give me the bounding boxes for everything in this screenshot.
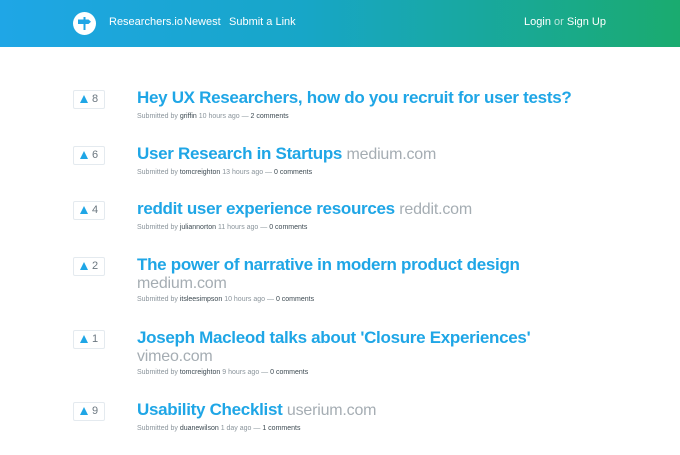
post-body: The power of narrative in modern product… xyxy=(137,255,597,305)
signpost-logo-icon[interactable] xyxy=(73,12,96,35)
upvote-arrow-icon xyxy=(80,407,88,415)
post-time: 9 hours ago — xyxy=(222,369,269,376)
comments-link[interactable]: 1 comments xyxy=(262,425,300,432)
post-title-link[interactable]: The power of narrative in modern product… xyxy=(137,255,597,275)
author-link[interactable]: tomcreighton xyxy=(180,169,220,176)
vote-count: 1 xyxy=(92,333,99,345)
post-meta: Submitted by tomcreighton 9 hours ago — … xyxy=(137,368,597,378)
upvote-button[interactable]: 2 xyxy=(73,257,105,276)
post-domain: medium.com xyxy=(137,275,227,292)
signup-link[interactable]: Sign Up xyxy=(567,16,606,28)
login-link[interactable]: Login xyxy=(524,16,551,28)
post-body: Usability Checklist userium.com Submitte… xyxy=(137,400,597,434)
vote-count: 8 xyxy=(92,93,99,105)
vote-count: 6 xyxy=(92,149,99,161)
upvote-button[interactable]: 1 xyxy=(73,330,105,349)
post-meta: Submitted by griffin 10 hours ago — 2 co… xyxy=(137,112,597,122)
post-body: Joseph Macleod talks about 'Closure Expe… xyxy=(137,328,597,378)
newest-link[interactable]: Newest xyxy=(184,16,221,28)
auth-links: Login or Sign Up xyxy=(524,16,606,28)
post-title-link[interactable]: User Research in Startups xyxy=(137,144,342,163)
post-time: 11 hours ago — xyxy=(217,224,268,231)
submitted-label: Submitted by xyxy=(137,169,178,176)
post-time: 10 hours ago — xyxy=(224,296,274,303)
post-domain: medium.com xyxy=(346,146,437,163)
vote-count: 2 xyxy=(92,260,99,272)
post-body: User Research in Startups medium.com Sub… xyxy=(137,144,597,178)
comments-link[interactable]: 2 comments xyxy=(251,113,289,120)
comments-link[interactable]: 0 comments xyxy=(274,169,312,176)
post-body: Hey UX Researchers, how do you recruit f… xyxy=(137,88,597,122)
comments-link[interactable]: 0 comments xyxy=(276,296,314,303)
post-domain: userium.com xyxy=(286,402,377,419)
post-title-link[interactable]: Usability Checklist xyxy=(137,400,283,419)
submitted-label: Submitted by xyxy=(137,296,178,303)
vote-count: 9 xyxy=(92,405,99,417)
or-separator: or xyxy=(554,16,564,28)
comments-link[interactable]: 0 comments xyxy=(270,369,308,376)
upvote-button[interactable]: 8 xyxy=(73,90,105,109)
post-title-link[interactable]: Joseph Macleod talks about 'Closure Expe… xyxy=(137,328,597,348)
top-navigation-bar: Researchers.io Newest Submit a Link Logi… xyxy=(0,0,680,47)
upvote-arrow-icon xyxy=(80,206,88,214)
post-title-link[interactable]: Hey UX Researchers, how do you recruit f… xyxy=(137,88,572,107)
comments-link[interactable]: 0 comments xyxy=(269,224,307,231)
post-domain: reddit.com xyxy=(399,201,472,218)
vote-count: 4 xyxy=(92,204,99,216)
post-meta: Submitted by tomcreighton 13 hours ago —… xyxy=(137,168,597,178)
post-meta: Submitted by duanewilson 1 day ago — 1 c… xyxy=(137,424,597,434)
upvote-button[interactable]: 6 xyxy=(73,146,105,165)
upvote-arrow-icon xyxy=(80,335,88,343)
post-body: reddit user experience resources reddit.… xyxy=(137,199,597,233)
upvote-arrow-icon xyxy=(80,262,88,270)
submit-link-link[interactable]: Submit a Link xyxy=(229,16,296,28)
post-domain: vimeo.com xyxy=(137,348,213,365)
post-time: 13 hours ago — xyxy=(222,169,273,176)
upvote-arrow-icon xyxy=(80,151,88,159)
author-link[interactable]: tomcreighton xyxy=(180,369,220,376)
post-time: 10 hours ago — xyxy=(198,113,249,120)
post-meta: Submitted by juliannorton 11 hours ago —… xyxy=(137,223,597,233)
submitted-label: Submitted by xyxy=(137,224,178,231)
upvote-button[interactable]: 4 xyxy=(73,201,105,220)
brand-link[interactable]: Researchers.io xyxy=(109,16,183,28)
author-link[interactable]: duanewilson xyxy=(180,425,219,432)
submitted-label: Submitted by xyxy=(137,425,178,432)
author-link[interactable]: juliannorton xyxy=(180,224,216,231)
submitted-label: Submitted by xyxy=(137,113,178,120)
upvote-arrow-icon xyxy=(80,95,88,103)
author-link[interactable]: griffin xyxy=(180,113,197,120)
author-link[interactable]: itsleesimpson xyxy=(180,296,222,303)
post-title-link[interactable]: reddit user experience resources xyxy=(137,199,395,218)
post-time: 1 day ago — xyxy=(220,425,261,432)
post-meta: Submitted by itsleesimpson 10 hours ago … xyxy=(137,295,597,305)
submitted-label: Submitted by xyxy=(137,369,178,376)
upvote-button[interactable]: 9 xyxy=(73,402,105,421)
